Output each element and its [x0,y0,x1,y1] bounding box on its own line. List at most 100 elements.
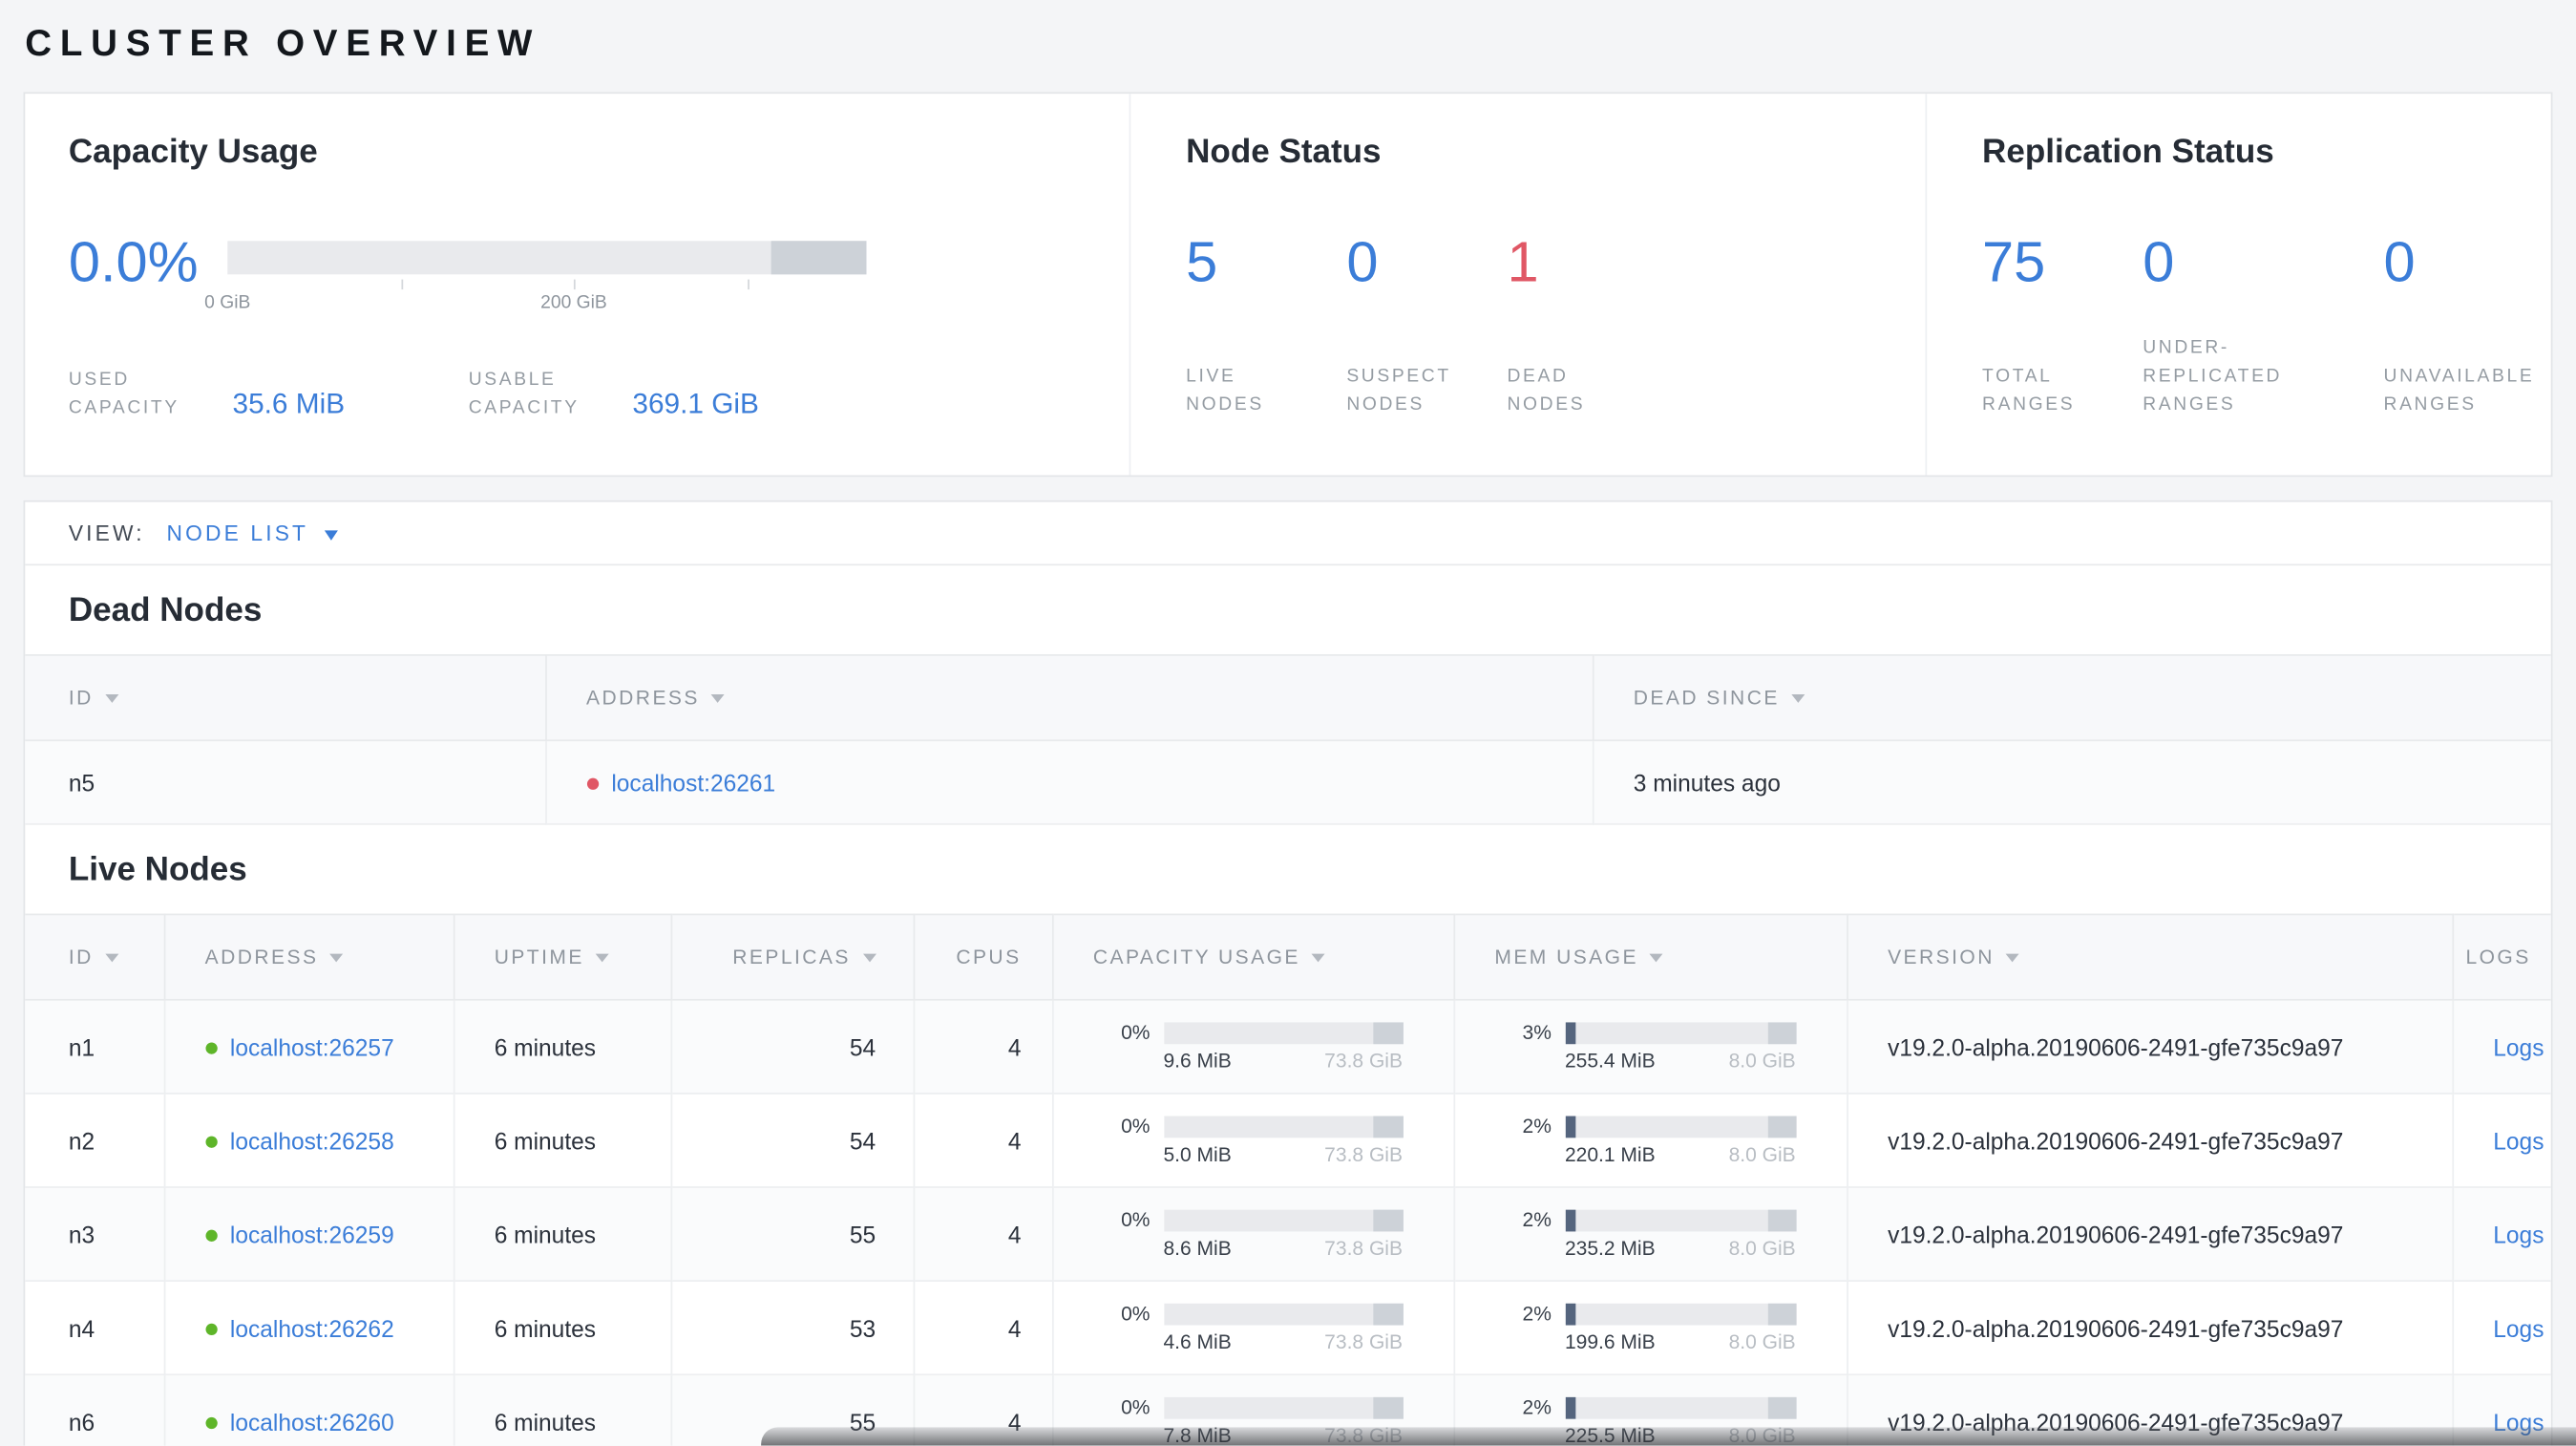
capacity-reserved-segment [1373,1021,1404,1044]
dead-nodes-table: ID ADDRESS DEAD SINCE n5 localhost:26261… [25,654,2551,825]
mem-usage-bar [1564,1115,1796,1138]
mem-percent: 2% [1522,1302,1552,1326]
dead-col-header-dead-since[interactable]: DEAD SINCE [1592,654,2551,742]
node-id: n5 [25,740,547,825]
node-replicas: 54 [670,999,915,1095]
live-nodes-table: ID ADDRESS UPTIME REPLICAS CPUS CAPACITY… [25,913,2551,1446]
mem-used-fill [1564,1208,1575,1231]
node-logs-cell: Logs [2452,999,2551,1095]
mem-used-value: 220.1 MiB [1564,1142,1656,1167]
node-id: n2 [25,1093,165,1188]
live-node-row: n2 localhost:26258 6 minutes 54 4 0% 5.0… [25,1093,2551,1188]
node-uptime: 6 minutes [453,1374,672,1446]
dead-node-row: n5 localhost:26261 3 minutes ago [25,740,2551,825]
dead-col-header-id[interactable]: ID [25,654,547,742]
stat-value: 369.1 GiB [632,388,759,420]
node-logs-link[interactable]: Logs [2493,1221,2544,1247]
column-label: CAPACITY USAGE [1092,945,1300,969]
live-status-icon [204,1324,217,1336]
capacity-percent: 0% [1121,1395,1151,1419]
capacity-reserved-segment [771,241,867,275]
node-address-link[interactable]: localhost:26260 [230,1408,394,1435]
bottom-edge-shadow [761,1427,2576,1446]
total-ranges-stat: 75 TOTAL RANGES [1982,227,2143,419]
mem-usage-bar [1564,1302,1796,1325]
col-header-uptime[interactable]: UPTIME [453,913,672,1001]
mem-used-value: 235.2 MiB [1564,1236,1656,1261]
stat-label: USED CAPACITY [68,370,179,418]
page-title: CLUSTER OVERVIEW [25,21,541,64]
col-header-address[interactable]: ADDRESS [163,913,454,1001]
node-address-link[interactable]: localhost:26258 [230,1127,394,1154]
col-header-cpus[interactable]: CPUS [913,913,1053,1001]
sort-desc-icon [2006,953,2020,969]
column-label: ADDRESS [204,945,319,969]
col-header-mem-usage[interactable]: MEM USAGE [1453,913,1848,1001]
node-capacity-usage-cell: 0% 5.0 MiB 73.8 GiB [1051,1093,1455,1188]
mem-reserved-segment [1767,1396,1796,1418]
capacity-percent: 0% [1121,1020,1151,1045]
view-dropdown-value: NODE LIST [166,520,309,546]
col-header-version[interactable]: VERSION [1847,913,2454,1001]
capacity-reserved-segment [1373,1396,1404,1418]
node-logs-link[interactable]: Logs [2493,1033,2544,1060]
dead-nodes-count: 1 [1507,230,1539,295]
mem-usage-bar [1564,1021,1796,1044]
sort-desc-icon [1312,953,1326,969]
axis-tick-label: 0 GiB [204,292,251,313]
under-replicated-ranges-stat: 0 UNDER-REPLICATED RANGES [2143,227,2383,419]
node-mem-usage-cell: 2% 199.6 MiB 8.0 GiB [1453,1281,1848,1376]
dead-nodes-header-row: ID ADDRESS DEAD SINCE [25,654,2551,742]
mem-used-value: 199.6 MiB [1564,1329,1656,1354]
node-address-link[interactable]: localhost:26257 [230,1033,394,1060]
axis-tick [573,279,576,290]
capacity-usage-chart: 0 GiB 200 GiB [204,241,867,331]
col-header-logs: LOGS [2452,913,2551,1001]
replication-status-section: Replication Status 75 TOTAL RANGES 0 UND… [1925,94,2550,476]
suspect-nodes-count: 0 [1346,230,1379,295]
capacity-usage-bar [1163,1208,1404,1231]
unavailable-label: UNAVAILABLE RANGES [2383,366,2535,415]
column-label: DEAD SINCE [1633,686,1780,710]
axis-tick-label: 200 GiB [540,292,607,313]
dead-col-header-address[interactable]: ADDRESS [545,654,1594,742]
view-dropdown[interactable]: NODE LIST [167,520,339,546]
cluster-overview-page: CLUSTER OVERVIEW Capacity Usage 0.0% 0 G… [0,0,2576,1446]
col-header-id[interactable]: ID [25,913,165,1001]
col-header-capacity-usage[interactable]: CAPACITY USAGE [1051,913,1455,1001]
node-address-cell: localhost:26261 [545,740,1594,825]
column-label: VERSION [1888,945,1995,969]
node-uptime: 6 minutes [453,1093,672,1188]
node-logs-cell: Logs [2452,1093,2551,1188]
mem-usage-bar [1564,1396,1796,1418]
axis-tick [400,279,403,290]
capacity-usage-section: Capacity Usage 0.0% 0 GiB 200 GiB USED C… [25,94,1129,475]
node-mem-usage-cell: 2% 235.2 MiB 8.0 GiB [1453,1187,1848,1282]
sort-desc-icon [862,953,876,969]
mem-total-value: 8.0 GiB [1728,1236,1796,1261]
live-nodes-title: Live Nodes [68,851,247,889]
node-logs-link[interactable]: Logs [2493,1314,2544,1341]
capacity-usage-bar [1163,1302,1404,1325]
mem-percent: 2% [1522,1395,1552,1419]
node-address-cell: localhost:26258 [163,1093,454,1188]
sort-desc-icon [105,953,119,969]
capacity-usage-bar [1163,1021,1404,1044]
col-header-replicas[interactable]: REPLICAS [670,913,915,1001]
node-logs-link[interactable]: Logs [2493,1127,2544,1154]
node-logs-cell: Logs [2452,1281,2551,1376]
node-address-link[interactable]: localhost:26262 [230,1314,394,1341]
mem-percent: 2% [1522,1207,1552,1232]
capacity-axis: 0 GiB 200 GiB [204,274,866,331]
node-address-link[interactable]: localhost:26261 [611,769,775,796]
dead-nodes-table-body: n5 localhost:26261 3 minutes ago [25,740,2551,825]
node-status-title: Node Status [1186,134,1382,171]
node-capacity-usage-cell: 0% 9.6 MiB 73.8 GiB [1051,999,1455,1095]
sort-desc-icon [1650,953,1664,969]
node-address-link[interactable]: localhost:26259 [230,1221,394,1247]
capacity-percent: 0% [1121,1207,1151,1232]
capacity-total-value: 73.8 GiB [1324,1329,1404,1354]
capacity-used-value: 8.6 MiB [1163,1236,1232,1261]
capacity-percent: 0% [1121,1114,1151,1138]
total-ranges-label: TOTAL RANGES [1982,366,2076,415]
